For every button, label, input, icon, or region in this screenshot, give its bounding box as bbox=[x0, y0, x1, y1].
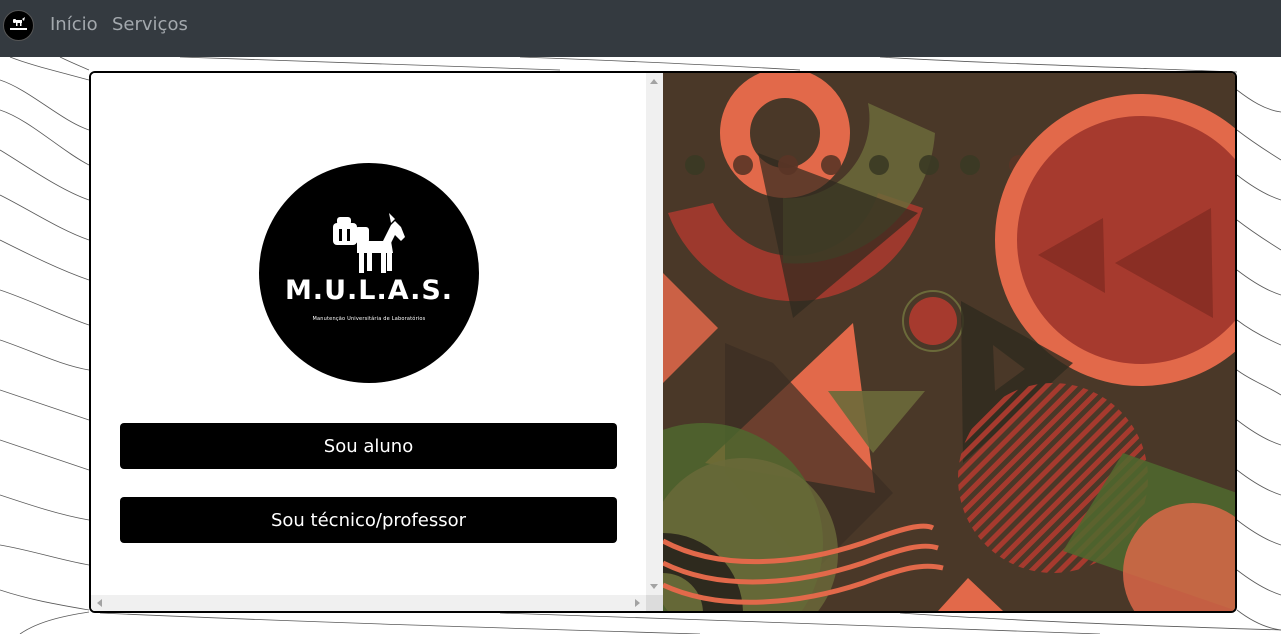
mule-logo-icon bbox=[10, 17, 27, 30]
mule-with-pack-icon bbox=[333, 213, 405, 273]
horizontal-scrollbar[interactable] bbox=[91, 595, 646, 611]
mulas-logo: M.U.L.A.S. Manutenção Universitária de L… bbox=[259, 163, 479, 383]
geometric-pattern-image bbox=[663, 73, 1235, 611]
top-navbar: Início Serviços bbox=[0, 0, 1281, 57]
login-choice-card: M.U.L.A.S. Manutenção Universitária de L… bbox=[89, 71, 1237, 613]
scroll-left-arrow-icon[interactable] bbox=[97, 599, 102, 607]
staff-button[interactable]: Sou técnico/professor bbox=[120, 497, 617, 543]
nav-link-inicio[interactable]: Início bbox=[50, 13, 98, 37]
scrollbar-corner bbox=[646, 595, 663, 611]
scroll-up-arrow-icon[interactable] bbox=[650, 79, 658, 84]
nav-brand-logo[interactable] bbox=[3, 10, 34, 41]
logo-title: M.U.L.A.S. bbox=[284, 275, 454, 306]
vertical-scrollbar[interactable] bbox=[646, 73, 663, 595]
nav-link-servicos[interactable]: Serviços bbox=[112, 13, 188, 37]
scroll-right-arrow-icon[interactable] bbox=[635, 599, 640, 607]
scroll-down-arrow-icon[interactable] bbox=[650, 584, 658, 589]
logo-subtitle: Manutenção Universitária de Laboratórios bbox=[312, 316, 426, 322]
decorative-artwork bbox=[663, 73, 1235, 611]
student-button[interactable]: Sou aluno bbox=[120, 423, 617, 469]
role-selection-pane: M.U.L.A.S. Manutenção Universitária de L… bbox=[91, 73, 663, 611]
